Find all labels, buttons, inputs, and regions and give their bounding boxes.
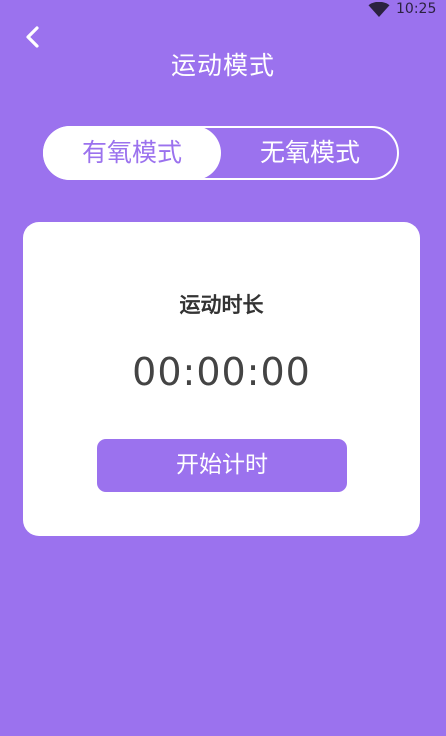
tab-aerobic-mode[interactable]: 有氧模式	[43, 126, 221, 180]
page-title: 运动模式	[170, 51, 275, 80]
start-timer-button[interactable]: 开始计时	[97, 439, 347, 492]
timer-card: 运动时长 00:00:00 开始计时	[23, 222, 420, 536]
status-bar: 10:25	[0, 0, 446, 20]
timer-display: 00:00:00	[132, 350, 311, 394]
status-time: 10:25	[396, 1, 437, 17]
tab-anaerobic-mode[interactable]: 无氧模式	[221, 126, 399, 180]
exercise-duration-label: 运动时长	[179, 293, 264, 317]
wifi-icon	[368, 2, 390, 17]
mode-segmented-control: 有氧模式 无氧模式	[43, 126, 399, 180]
